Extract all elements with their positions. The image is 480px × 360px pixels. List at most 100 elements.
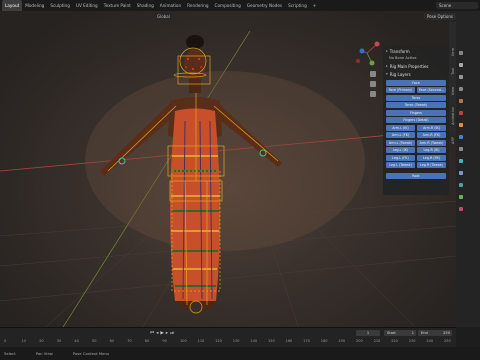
current-frame-field[interactable]: 1 [356, 330, 380, 336]
transform-orientation-dropdown[interactable]: Global [154, 12, 173, 20]
ruler-tick-label: 160 [285, 339, 293, 343]
ruler-tick-label: 50 [92, 339, 97, 343]
end-value: 250 [443, 331, 450, 335]
start-value: 1 [411, 331, 414, 335]
physics-properties-icon[interactable] [459, 159, 463, 163]
tab-sculpting[interactable]: Sculpting [47, 0, 73, 11]
tab-geometry-nodes[interactable]: Geometry Nodes [244, 0, 285, 11]
viewport-header: Global [0, 11, 456, 21]
tab-shading[interactable]: Shading [134, 0, 157, 11]
bone-status-text: No Bone Active [389, 56, 417, 60]
ruler-tick-label: 100 [180, 339, 187, 343]
tab-texture-paint[interactable]: Texture Paint [101, 0, 134, 11]
topbar: Layout Modeling Sculpting UV Editing Texture… [0, 0, 480, 11]
layer-arm-r-fk-button[interactable]: Arm.R (FK) [417, 132, 446, 138]
ruler-tick-label: 230 [408, 339, 416, 343]
tab-animation[interactable]: Animation [157, 0, 184, 11]
bone-properties-icon[interactable] [459, 195, 463, 199]
layer-arm-r-ik-button[interactable]: Arm.R (IK) [417, 124, 446, 131]
layer-leg-r-ik-button[interactable]: Leg.R (IK) [417, 147, 446, 153]
ruler-tick-label: 90 [162, 339, 167, 343]
layer-arm-r-tweak-button[interactable]: Arm.R (Tweak) [417, 139, 446, 146]
expand-triangle-icon: ▸ [386, 49, 388, 53]
scene-properties-icon[interactable] [459, 99, 463, 103]
ruler-tick-label: 250 [444, 339, 451, 343]
playback-controls: ⏮ ◂ ▶ ▸ ⏭ [150, 330, 174, 337]
world-properties-icon[interactable] [459, 111, 463, 115]
layer-leg-l-fk-button[interactable]: Leg.L (FK) [386, 154, 415, 161]
layer-face-primary-button[interactable]: Face (Primary) [386, 87, 415, 93]
pose-options-button[interactable]: Pose Options [424, 13, 456, 20]
start-frame-field[interactable]: Start 1 [384, 330, 416, 336]
tab-modeling[interactable]: Modeling [22, 0, 47, 11]
tab-layout[interactable]: Layout [2, 0, 23, 11]
layer-torso-button[interactable]: Torso [386, 94, 446, 101]
play-icon[interactable]: ▶ [160, 331, 163, 336]
sidebar-tab-arp[interactable]: ARP [451, 137, 455, 144]
layer-leg-r-fk-button[interactable]: Leg.R (FK) [417, 154, 446, 161]
ruler-tick-label: 200 [356, 339, 363, 343]
next-keyframe-icon[interactable]: ▸ [166, 331, 168, 336]
sidebar-tab-animation[interactable]: Animation [451, 107, 455, 125]
material-properties-icon[interactable] [459, 207, 463, 211]
status-bar: Select Pan View Pose Context Menu [0, 347, 480, 360]
collapse-triangle-icon: ▾ [386, 72, 388, 76]
object-properties-icon[interactable] [459, 123, 463, 127]
ruler-tick-label: 0 [4, 339, 7, 343]
sidebar-tab-tool[interactable]: Tool [451, 68, 455, 75]
frame-ruler[interactable]: 0 10 20 30 40 50 60 70 80 90 100 110 120 130 140 150 160… [0, 338, 456, 347]
layer-leg-l-tweak-button[interactable]: Leg.L (Tweak) [386, 162, 415, 168]
tab-compositing[interactable]: Compositing [212, 0, 244, 11]
layer-leg-l-ik-button[interactable]: Leg.L (IK) [386, 147, 415, 153]
layer-arm-l-ik-button[interactable]: Arm.L (IK) [386, 124, 415, 131]
ruler-tick-label: 110 [197, 339, 205, 343]
ruler-tick-label: 30 [56, 339, 62, 343]
status-context: Pose Context Menu [72, 351, 110, 356]
layer-root-button[interactable]: Root [386, 173, 446, 179]
render-properties-icon[interactable] [459, 63, 463, 67]
rig-main-properties-header[interactable]: ▸ Rig Main Properties [386, 62, 446, 70]
output-properties-icon[interactable] [459, 75, 463, 79]
tool-properties-icon[interactable] [459, 51, 463, 55]
ruler-tick-label: 120 [215, 339, 222, 343]
layer-torso-tweak-button[interactable]: Torso (Tweak) [386, 102, 446, 108]
layer-arm-l-tweak-button[interactable]: Arm.L (Tweak) [386, 139, 415, 146]
rig-layers-header[interactable]: ▾ Rig Layers [386, 70, 446, 78]
layer-arm-l-fk-button[interactable]: Arm.L (FK) [386, 132, 415, 138]
transform-section-header[interactable]: ▸ Transform [386, 47, 446, 55]
ruler-tick-label: 190 [338, 339, 346, 343]
constraints-properties-icon[interactable] [459, 171, 463, 175]
expand-triangle-icon: ▸ [386, 64, 388, 68]
modifier-properties-icon[interactable] [459, 135, 463, 139]
start-label: Start [387, 331, 396, 335]
tab-rendering[interactable]: Rendering [184, 0, 211, 11]
particles-properties-icon[interactable] [459, 147, 463, 151]
data-properties-icon[interactable] [459, 183, 463, 187]
scene-name: Scene [439, 3, 452, 8]
sidebar-tab-view[interactable]: View [451, 87, 455, 95]
layer-fingers-button[interactable]: Fingers [386, 109, 446, 116]
ruler-tick-label: 40 [74, 339, 79, 343]
ruler-tick-label: 70 [127, 339, 132, 343]
layer-face-secondary-button[interactable]: Face (Second... [417, 87, 446, 93]
view-tool-icons [370, 71, 376, 97]
ruler-tick-label: 210 [373, 339, 381, 343]
scene-selector[interactable]: Scene [436, 2, 478, 9]
status-pan: Pan View [35, 351, 53, 356]
tab-scripting[interactable]: Scripting [285, 0, 310, 11]
timeline-editor[interactable]: ⏮ ◂ ▶ ▸ ⏭ 1 Start 1 End 250 0 10 20 30 40 50 6… [0, 327, 456, 347]
sidebar-tab-item[interactable]: Item [451, 48, 455, 56]
add-workspace-button[interactable]: + [310, 0, 320, 11]
layer-leg-r-tweak-button[interactable]: Leg.R (Tweak) [417, 162, 446, 168]
ruler-tick-label: 220 [391, 339, 398, 343]
view-layer-properties-icon[interactable] [459, 87, 463, 91]
status-select: Select [4, 351, 16, 356]
end-frame-field[interactable]: End 250 [418, 330, 452, 336]
ruler-tick-label: 240 [426, 339, 434, 343]
jump-start-icon[interactable]: ⏮ [150, 330, 154, 336]
prev-keyframe-icon[interactable]: ◂ [156, 331, 158, 336]
navigation-gizmo [356, 41, 380, 66]
jump-end-icon[interactable]: ⏭ [170, 330, 174, 336]
3d-viewport[interactable]: Global Pose Options ▸ Transform No Bone … [0, 11, 456, 332]
tab-uv-editing[interactable]: UV Editing [73, 0, 101, 11]
